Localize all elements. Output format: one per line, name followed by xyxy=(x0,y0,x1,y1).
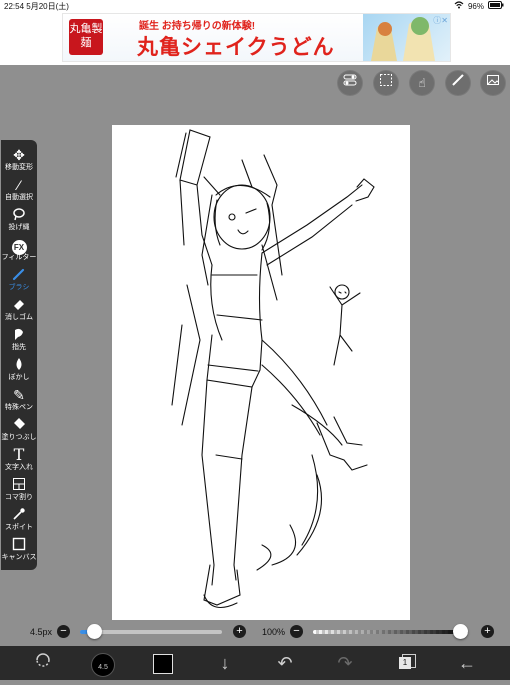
ad-logo-seal: 丸亀製麺 xyxy=(69,19,103,55)
tool-blur[interactable]: ぼかし xyxy=(1,357,37,382)
status-bar: 22:54 5月20日(土) 96% xyxy=(0,0,510,12)
status-time-date: 22:54 5月20日(土) xyxy=(4,2,69,11)
opacity-increase-button[interactable]: + xyxy=(481,625,494,638)
opacity-label: 100% xyxy=(262,627,286,637)
battery-percent: 96% xyxy=(467,1,484,11)
special-pen-icon: ✎ xyxy=(13,387,25,403)
bottom-bar: 4.5 ↓ ↶ ↷ 1 ← xyxy=(0,646,510,680)
tool-frame-divide[interactable]: コマ割り xyxy=(1,477,37,502)
tool-auto-select[interactable]: ⁄ 自動選択 xyxy=(1,177,37,202)
move-icon: ✥ xyxy=(13,147,25,163)
brush-size-increase-button[interactable]: + xyxy=(233,625,246,638)
canvas-icon xyxy=(1,537,37,553)
drawing-canvas[interactable] xyxy=(112,125,410,620)
tool-eraser[interactable]: 消しゴム xyxy=(1,297,37,322)
redo-icon[interactable]: ↷ xyxy=(330,646,360,680)
layers-icon[interactable]: 1 xyxy=(392,646,422,680)
ad-info-icon[interactable]: ⓘ✕ xyxy=(433,15,448,26)
ruler-icon[interactable] xyxy=(446,71,470,95)
brush-size-indicator[interactable]: 4.5 xyxy=(88,646,118,680)
blur-drop-icon xyxy=(1,357,37,373)
frame-divide-icon xyxy=(1,477,37,493)
tool-fill[interactable]: 塗りつぶし xyxy=(1,417,37,442)
color-swatch[interactable] xyxy=(148,646,178,680)
eraser-icon xyxy=(1,297,37,313)
ad-subtitle: 誕生 お持ち帰りの新体験! xyxy=(139,21,256,32)
layer-toggle-icon[interactable] xyxy=(338,71,362,95)
undo-icon[interactable]: ↶ xyxy=(270,646,300,680)
brush-icon xyxy=(1,267,37,283)
sketch-drawing xyxy=(171,129,375,609)
tool-brush[interactable]: ブラシ xyxy=(1,267,37,292)
finger-icon xyxy=(1,327,37,343)
brush-size-slider-knob[interactable] xyxy=(87,624,103,639)
ad-banner[interactable]: 丸亀製麺 誕生 お持ち帰りの新体験! 丸亀シェイクうどん ⓘ✕ xyxy=(0,12,510,65)
brush-size-decrease-button[interactable]: − xyxy=(57,625,70,638)
hand-tool-icon[interactable]: ☝ xyxy=(410,71,434,95)
tool-move-transform[interactable]: ✥ 移動変形 xyxy=(1,147,37,172)
eyedropper-icon xyxy=(1,507,37,523)
tool-lasso[interactable]: 投げ縄 xyxy=(1,207,37,232)
ad-content[interactable]: 丸亀製麺 誕生 お持ち帰りの新体験! 丸亀シェイクうどん ⓘ✕ xyxy=(62,13,451,62)
tool-canvas[interactable]: キャンバス xyxy=(1,537,37,562)
tool-eyedropper[interactable]: スポイト xyxy=(1,507,37,532)
transform-rotate-icon[interactable] xyxy=(28,646,58,680)
tool-filter[interactable]: FX フィルター xyxy=(1,237,37,262)
layer-count: 1 xyxy=(399,657,411,669)
opacity-slider-knob[interactable] xyxy=(453,624,468,639)
back-icon[interactable]: ← xyxy=(452,646,482,680)
lasso-icon xyxy=(1,207,37,223)
gallery-icon[interactable] xyxy=(481,71,505,95)
magic-wand-icon: ⁄ xyxy=(17,177,21,193)
brush-size-badge: 4.5 xyxy=(91,653,115,677)
tool-finger[interactable]: 指先 xyxy=(1,327,37,352)
battery-icon xyxy=(488,1,504,11)
opacity-slider-track[interactable] xyxy=(313,630,468,634)
brush-size-label: 4.5px xyxy=(30,627,53,637)
left-toolbar: ✥ 移動変形 ⁄ 自動選択 投げ縄 FX フィルター ブラシ 消しゴム 指先 ぼ… xyxy=(1,140,37,570)
download-icon[interactable]: ↓ xyxy=(210,646,240,680)
slider-row: 4.5px − + 100% − + xyxy=(0,620,510,644)
tool-text[interactable]: T 文字入れ xyxy=(1,447,37,472)
ad-title: 丸亀シェイクうどん xyxy=(137,36,335,59)
fx-icon: FX xyxy=(1,237,37,255)
selection-icon[interactable] xyxy=(374,71,398,95)
wifi-icon xyxy=(454,1,464,11)
fill-bucket-icon xyxy=(1,417,37,433)
opacity-decrease-button[interactable]: − xyxy=(290,625,303,638)
text-icon: T xyxy=(13,445,25,464)
tool-special-pen[interactable]: ✎ 特殊ペン xyxy=(1,387,37,412)
